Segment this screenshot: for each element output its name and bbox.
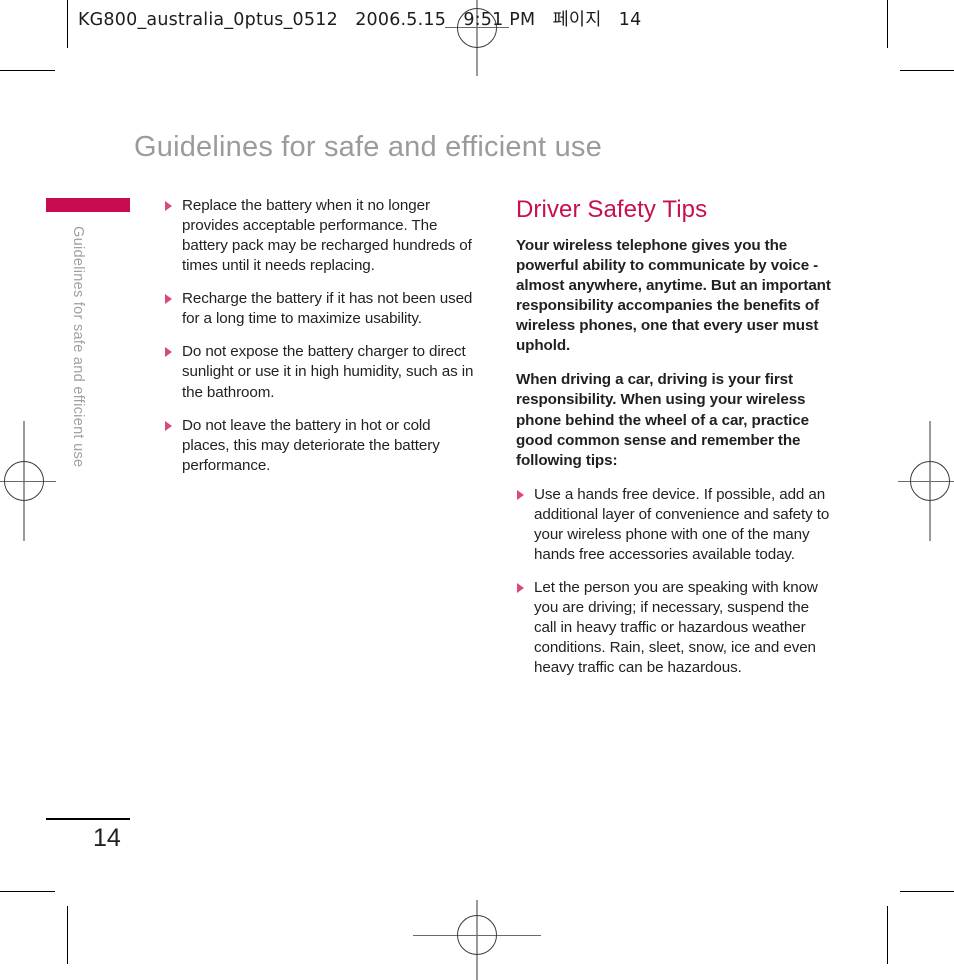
right-column: Driver Safety Tips Your wireless telepho… <box>516 196 832 678</box>
list-item-text: Do not leave the battery in hot or cold … <box>182 416 440 474</box>
print-slug-line: KG800_australia_0ptus_0512 2006.5.15 9:5… <box>78 6 641 31</box>
list-item: Replace the battery when it no longer pr… <box>164 196 476 276</box>
list-item: Use a hands free device. If possible, ad… <box>516 485 832 565</box>
registration-ring <box>4 461 44 501</box>
triangle-bullet-icon <box>165 420 172 431</box>
registration-crosshair-vertical <box>929 421 931 541</box>
crop-mark-bottom-left-vertical <box>67 906 68 964</box>
right-column-bullet-list: Use a hands free device. If possible, ad… <box>516 485 832 679</box>
slug-filename: KG800_australia_0ptus_0512 <box>78 10 338 30</box>
crop-mark-bottom-right-horizontal <box>900 891 954 892</box>
list-item-text: Let the person you are speaking with kno… <box>534 578 818 677</box>
list-item-text: Use a hands free device. If possible, ad… <box>534 485 830 563</box>
slug-korean-page-label: 페이지 <box>552 10 602 30</box>
folio-rule <box>46 818 130 820</box>
intro-paragraph: When driving a car, driving is your firs… <box>516 371 809 469</box>
registration-crosshair-horizontal <box>0 481 56 482</box>
list-item-text: Recharge the battery if it has not been … <box>182 290 473 328</box>
registration-crosshair-horizontal <box>413 935 541 936</box>
slug-page-number: 14 <box>618 10 642 30</box>
registration-ring <box>910 461 950 501</box>
left-column: Replace the battery when it no longer pr… <box>164 196 476 476</box>
crop-mark-top-left-vertical <box>67 0 68 48</box>
triangle-bullet-icon <box>165 294 172 305</box>
registration-crosshair-vertical <box>476 900 478 980</box>
triangle-bullet-icon <box>165 347 172 358</box>
triangle-bullet-icon <box>517 582 524 593</box>
slug-time: 9:51 PM <box>463 10 536 30</box>
triangle-bullet-icon <box>517 489 524 500</box>
intro-paragraph: Your wireless telephone gives you the po… <box>516 237 831 355</box>
left-column-bullet-list: Replace the battery when it no longer pr… <box>164 196 476 476</box>
crop-mark-bottom-left-horizontal <box>0 891 55 892</box>
vertical-section-label: Guidelines for safe and efficient use <box>70 226 86 468</box>
crop-mark-top-left-horizontal <box>0 70 55 71</box>
section-heading-driver-safety-tips: Driver Safety Tips <box>516 196 708 223</box>
registration-mark-bottom <box>413 900 541 980</box>
list-item: Recharge the battery if it has not been … <box>164 289 476 329</box>
list-item-text: Replace the battery when it no longer pr… <box>182 197 472 275</box>
crop-mark-bottom-right-vertical <box>887 906 888 964</box>
page-title: Guidelines for safe and efficient use <box>134 131 602 164</box>
registration-crosshair-horizontal <box>898 481 954 482</box>
page-number: 14 <box>93 824 121 852</box>
list-item: Let the person you are speaking with kno… <box>516 578 832 678</box>
triangle-bullet-icon <box>165 201 172 211</box>
crop-mark-top-right-vertical <box>887 0 888 48</box>
registration-ring <box>457 915 497 955</box>
slug-date: 2006.5.15 <box>355 10 447 30</box>
list-item: Do not expose the battery charger to dir… <box>164 342 476 402</box>
list-item-text: Do not expose the battery charger to dir… <box>182 343 474 401</box>
registration-crosshair-vertical <box>23 421 25 541</box>
list-item: Do not leave the battery in hot or cold … <box>164 416 476 476</box>
crop-mark-top-right-horizontal <box>900 70 954 71</box>
registration-mark-right <box>898 421 954 541</box>
section-accent-bar <box>46 198 130 212</box>
